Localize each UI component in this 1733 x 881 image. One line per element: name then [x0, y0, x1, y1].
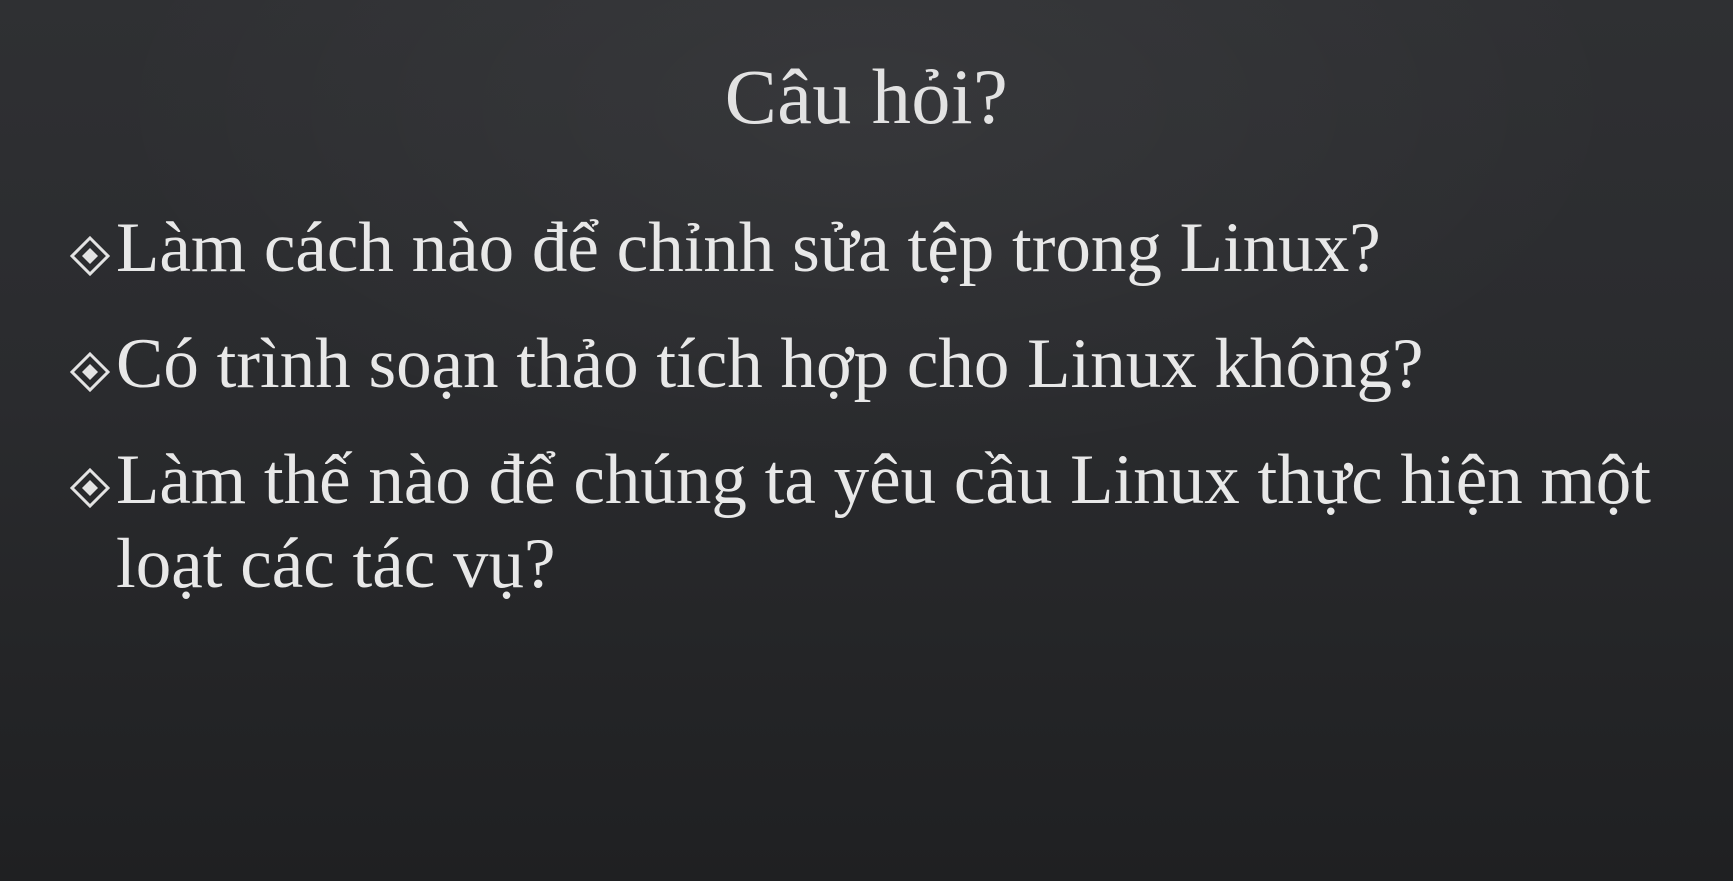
- diamond-bullet-icon: [70, 236, 110, 276]
- bullet-item: Có trình soạn thảo tích hợp cho Linux kh…: [70, 322, 1690, 406]
- slide: Câu hỏi? Làm cách nào để chỉnh sửa tệp t…: [0, 0, 1733, 881]
- slide-title: Câu hỏi?: [724, 53, 1009, 140]
- bullet-item: Làm cách nào để chỉnh sửa tệp trong Linu…: [70, 206, 1690, 290]
- bullet-item: Làm thế nào để chúng ta yêu cầu Linux th…: [70, 438, 1690, 606]
- bullet-text: Làm thế nào để chúng ta yêu cầu Linux th…: [116, 441, 1651, 603]
- bullet-text: Có trình soạn thảo tích hợp cho Linux kh…: [116, 325, 1424, 403]
- diamond-bullet-icon: [70, 468, 110, 508]
- diamond-bullet-icon: [70, 352, 110, 392]
- bullet-list: Làm cách nào để chỉnh sửa tệp trong Linu…: [70, 206, 1690, 638]
- bullet-text: Làm cách nào để chỉnh sửa tệp trong Linu…: [116, 209, 1381, 287]
